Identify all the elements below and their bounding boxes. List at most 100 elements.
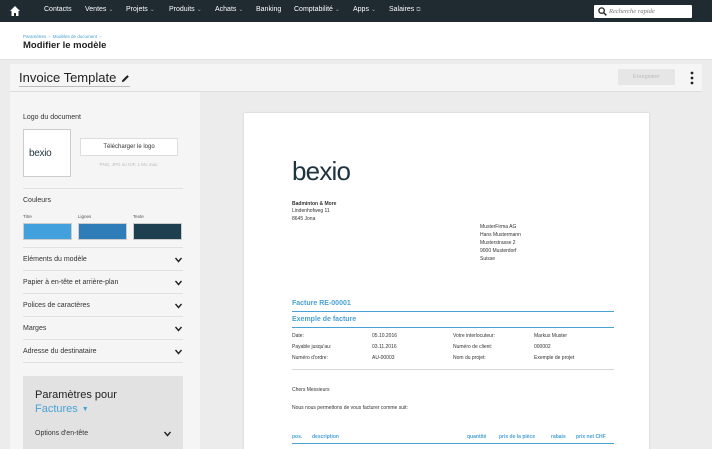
detail-label: Date: bbox=[292, 333, 304, 339]
recipient-line: 9000 Musterdorf bbox=[480, 248, 517, 254]
breadcrumb-modeles[interactable]: Modèles de document bbox=[53, 34, 97, 39]
pencil-icon[interactable] bbox=[121, 74, 130, 83]
breadcrumb-separator: » bbox=[99, 34, 102, 39]
accordion-margins[interactable]: Marges bbox=[23, 318, 183, 340]
invoice-logo: bexio bbox=[292, 156, 351, 186]
color-label-title: Titre bbox=[23, 214, 32, 219]
chevron-down-icon bbox=[175, 349, 182, 355]
accordion-label: Marges bbox=[23, 325, 47, 332]
chevron-down-icon bbox=[175, 326, 182, 332]
search-input[interactable] bbox=[609, 6, 689, 17]
template-title-bar: Invoice Template Enregistrer bbox=[10, 64, 702, 92]
chevron-down-icon bbox=[175, 303, 182, 309]
chevron-down-icon: ⌄ bbox=[334, 7, 340, 13]
detail-value: 05.10.2016 bbox=[372, 333, 398, 339]
sender-name: Badminton & More bbox=[292, 201, 337, 207]
page-header: Paramètres» Modèles de document» Modifier… bbox=[0, 22, 712, 60]
template-name[interactable]: Invoice Template bbox=[19, 70, 131, 87]
table-header-description: description bbox=[312, 434, 339, 440]
quick-search[interactable] bbox=[594, 5, 692, 18]
document-type-settings: Paramètres pour Factures ▼ Options d'en-t… bbox=[23, 376, 183, 449]
invoice-number: Facture RE-00001 bbox=[292, 300, 351, 307]
caret-down-icon: ▼ bbox=[81, 406, 89, 413]
chevron-down-icon: ⌄ bbox=[108, 7, 114, 13]
detail-label: Payable jusqu'au: bbox=[292, 344, 332, 350]
chevron-down-icon: ⌄ bbox=[238, 7, 244, 13]
divider bbox=[23, 188, 183, 189]
accordion-header-options[interactable]: Options d'en-tête bbox=[35, 430, 175, 444]
nav-salaires[interactable]: Salaires ⧉ bbox=[389, 6, 421, 14]
search-icon bbox=[598, 7, 607, 16]
detail-label: Numéro d'ordre: bbox=[292, 355, 328, 361]
table-header-net-price: prix net CHF bbox=[576, 434, 606, 440]
logo-section-title: Logo du document bbox=[23, 114, 81, 121]
chevron-down-icon bbox=[175, 257, 182, 263]
nav-apps[interactable]: Apps ⌄ bbox=[353, 6, 376, 13]
accordion-fonts[interactable]: Polices de caractères bbox=[23, 295, 183, 317]
sender-street: Lindenhofweg 11 bbox=[292, 208, 330, 214]
more-options-icon[interactable] bbox=[686, 70, 698, 86]
accordion-label: Papier à en-tête et arrière-plan bbox=[23, 279, 119, 286]
upload-hint: PNG, JPG ou GIF, 1 Mo max. bbox=[99, 162, 159, 167]
detail-label: Numéro de client: bbox=[453, 344, 493, 350]
invoice-title: Exemple de facture bbox=[292, 316, 357, 323]
page-title: Modifier le modèle bbox=[23, 40, 107, 51]
accordion-template-elements[interactable]: Eléments du modèle bbox=[23, 249, 183, 271]
title-rule bbox=[292, 311, 614, 312]
detail-value: 03.11.2016 bbox=[372, 344, 397, 350]
divider bbox=[23, 247, 183, 248]
color-label-text: Texte bbox=[133, 214, 144, 219]
chevron-down-icon bbox=[175, 280, 182, 286]
home-icon[interactable] bbox=[9, 5, 21, 17]
template-name-text: Invoice Template bbox=[19, 70, 117, 85]
table-header-pos: pos. bbox=[292, 434, 303, 440]
template-settings-sidebar: Logo du document bexio Télécharger le lo… bbox=[10, 92, 200, 449]
document-type-dropdown[interactable]: Factures ▼ bbox=[35, 403, 89, 415]
breadcrumb-parametres[interactable]: Paramètres bbox=[23, 34, 46, 39]
logo-preview-text: bexio bbox=[29, 148, 52, 159]
accordion-label: Adresse du destinataire bbox=[23, 348, 97, 355]
detail-label: Nom du projet: bbox=[453, 355, 486, 361]
recipient-line: Suisse bbox=[480, 256, 496, 262]
recipient-line: Musterstrasse 2 bbox=[480, 240, 516, 246]
nav-comptabilite[interactable]: Comptabilité ⌄ bbox=[294, 6, 340, 13]
color-swatch-text[interactable] bbox=[133, 223, 182, 240]
nav-banking[interactable]: Banking bbox=[256, 6, 281, 13]
chevron-down-icon: ⌄ bbox=[370, 7, 376, 13]
detail-value: AU-00003 bbox=[372, 355, 395, 361]
chevron-down-icon bbox=[164, 431, 171, 437]
accordion-label: Eléments du modèle bbox=[23, 256, 87, 263]
accordion-recipient-address[interactable]: Adresse du destinataire bbox=[23, 341, 183, 363]
color-swatch-title[interactable] bbox=[23, 223, 72, 240]
save-button[interactable]: Enregistrer bbox=[618, 69, 675, 85]
detail-value: Markus Muster bbox=[534, 333, 568, 339]
chevron-down-icon: ⌄ bbox=[149, 7, 155, 13]
intro-text: Nous nous permettons de vous facturer co… bbox=[292, 405, 408, 411]
nav-projets[interactable]: Projets ⌄ bbox=[126, 6, 155, 13]
params-title: Paramètres pour bbox=[35, 389, 117, 401]
line-rule bbox=[292, 327, 614, 328]
external-link-icon: ⧉ bbox=[416, 7, 421, 13]
table-header-rule bbox=[292, 443, 614, 444]
nav-achats[interactable]: Achats ⌄ bbox=[215, 6, 243, 13]
nav-ventes[interactable]: Ventes ⌄ bbox=[85, 6, 113, 13]
color-swatch-lines[interactable] bbox=[78, 223, 127, 240]
invoice-preview-page: bexio Badminton & More Lindenhofweg 11 8… bbox=[244, 113, 649, 449]
colors-section-title: Couleurs bbox=[23, 197, 52, 204]
table-header-discount: rabais bbox=[551, 434, 566, 440]
recipient-line: Hans Mustermann bbox=[480, 232, 521, 238]
nav-produits[interactable]: Produits ⌄ bbox=[169, 6, 202, 13]
color-label-lines: Lignes bbox=[78, 214, 92, 219]
details-rule bbox=[292, 369, 614, 370]
nav-contacts[interactable]: Contacts bbox=[44, 6, 72, 13]
document-type-value: Factures bbox=[35, 403, 78, 415]
detail-value: Exemple de projet bbox=[534, 355, 575, 361]
logo-preview: bexio bbox=[23, 129, 71, 177]
upload-logo-button[interactable]: Télécharger le logo bbox=[80, 138, 178, 156]
chevron-down-icon: ⌄ bbox=[196, 7, 202, 13]
breadcrumb-separator: » bbox=[48, 34, 51, 39]
greeting: Chers Messieurs bbox=[292, 387, 330, 393]
accordion-letterhead[interactable]: Papier à en-tête et arrière-plan bbox=[23, 272, 183, 294]
top-navigation: Contacts Ventes ⌄ Projets ⌄ Produits ⌄ Acha… bbox=[0, 0, 712, 22]
recipient-line: MusterFirma AG bbox=[480, 224, 517, 230]
